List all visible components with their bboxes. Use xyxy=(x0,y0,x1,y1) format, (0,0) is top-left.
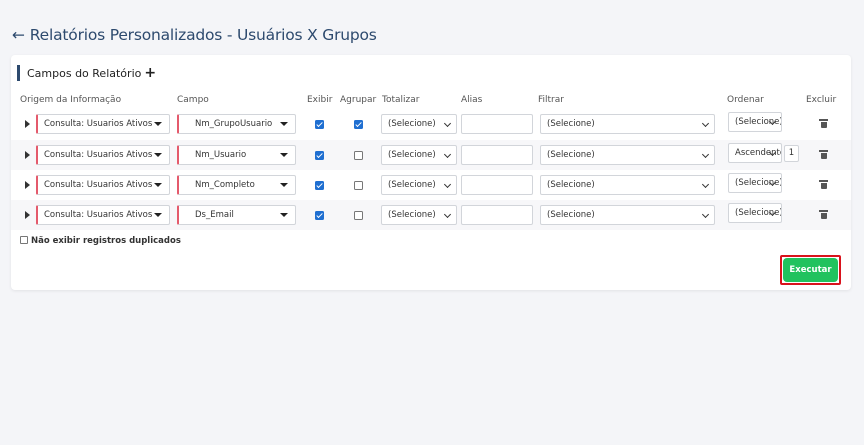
exibir-checkbox[interactable] xyxy=(315,211,324,220)
origem-select[interactable]: Consulta: Usuarios Ativos xyxy=(36,114,170,134)
caret-down-icon xyxy=(154,153,162,157)
caret-down-icon xyxy=(154,122,162,126)
col-head-ordenar: Ordenar xyxy=(727,95,764,105)
col-head-origem: Origem da Informação xyxy=(20,95,122,105)
filtrar-select[interactable]: (Selecione) xyxy=(540,205,715,225)
totalizar-value: (Selecione) xyxy=(388,119,436,129)
ordenar-select[interactable]: (Selecione) xyxy=(728,203,782,223)
caret-down-icon xyxy=(280,183,288,187)
chevron-down-icon xyxy=(701,210,710,219)
exibir-checkbox[interactable] xyxy=(315,151,324,160)
origem-value: Consulta: Usuarios Ativos xyxy=(44,119,153,129)
origem-select[interactable]: Consulta: Usuarios Ativos xyxy=(36,175,170,195)
card-header: Campos do Relatório + xyxy=(17,65,156,81)
table-row: Consulta: Usuarios Ativos Ds_Email (Sele… xyxy=(11,200,851,230)
delete-row-trash-icon[interactable] xyxy=(819,150,828,159)
filtrar-value: (Selecione) xyxy=(547,180,595,190)
alias-input[interactable] xyxy=(461,114,533,134)
totalizar-value: (Selecione) xyxy=(388,180,436,190)
ordenar-select[interactable]: (Selecione) xyxy=(728,173,782,193)
caret-down-icon xyxy=(154,183,162,187)
no-duplicates-label: Não exibir registros duplicados xyxy=(31,236,181,246)
agrupar-checkbox[interactable] xyxy=(354,120,363,129)
delete-row-trash-icon[interactable] xyxy=(819,119,828,128)
campo-select[interactable]: Ds_Email xyxy=(177,205,296,225)
chevron-down-icon xyxy=(443,119,452,128)
chevron-down-icon xyxy=(443,150,452,159)
origem-value: Consulta: Usuarios Ativos xyxy=(44,210,153,220)
totalizar-select[interactable]: (Selecione) xyxy=(381,114,457,134)
chevron-down-icon xyxy=(701,150,710,159)
alias-input[interactable] xyxy=(461,205,533,225)
caret-down-icon xyxy=(280,122,288,126)
campo-value: Nm_Usuario xyxy=(195,150,247,160)
chevron-down-icon xyxy=(701,119,710,128)
ordenar-select[interactable]: (Selecione) xyxy=(728,112,782,132)
filtrar-select[interactable]: (Selecione) xyxy=(540,175,715,195)
execute-button[interactable]: Executar xyxy=(783,258,838,282)
origem-select[interactable]: Consulta: Usuarios Ativos xyxy=(36,145,170,165)
alias-input[interactable] xyxy=(461,145,533,165)
filtrar-value: (Selecione) xyxy=(547,150,595,160)
caret-down-icon xyxy=(280,153,288,157)
campo-value: Nm_Completo xyxy=(195,180,255,190)
totalizar-select[interactable]: (Selecione) xyxy=(381,205,457,225)
ordenar-select[interactable]: Ascendente xyxy=(728,143,782,163)
totalizar-value: (Selecione) xyxy=(388,210,436,220)
campo-value: Ds_Email xyxy=(195,210,234,220)
delete-row-trash-icon[interactable] xyxy=(819,210,828,219)
add-field-icon[interactable]: + xyxy=(144,65,156,81)
exibir-checkbox[interactable] xyxy=(315,181,324,190)
agrupar-checkbox[interactable] xyxy=(354,181,363,190)
filtrar-select[interactable]: (Selecione) xyxy=(540,114,715,134)
col-head-alias: Alias xyxy=(461,95,483,105)
table-row: Consulta: Usuarios Ativos Nm_GrupoUsuari… xyxy=(11,109,851,139)
col-head-excluir: Excluir xyxy=(806,95,837,105)
table-row: Consulta: Usuarios Ativos Nm_Usuario (Se… xyxy=(11,140,851,170)
agrupar-checkbox[interactable] xyxy=(354,211,363,220)
filtrar-value: (Selecione) xyxy=(547,119,595,129)
totalizar-select[interactable]: (Selecione) xyxy=(381,175,457,195)
report-fields-card: Campos do Relatório + Origem da Informaçã… xyxy=(11,55,851,290)
campo-value: Nm_GrupoUsuario xyxy=(195,119,273,129)
order-position-input[interactable]: 1 xyxy=(784,145,799,162)
col-head-exibir: Exibir xyxy=(307,95,333,105)
totalizar-value: (Selecione) xyxy=(388,150,436,160)
col-head-agrupar: Agrupar xyxy=(340,95,377,105)
agrupar-checkbox[interactable] xyxy=(354,151,363,160)
delete-row-trash-icon[interactable] xyxy=(819,180,828,189)
page-title: ← Relatórios Personalizados - Usuários X … xyxy=(12,26,377,44)
campo-select[interactable]: Nm_Usuario xyxy=(177,145,296,165)
alias-input[interactable] xyxy=(461,175,533,195)
expand-row-icon[interactable] xyxy=(25,120,30,128)
back-arrow-icon[interactable]: ← xyxy=(12,26,25,44)
col-head-filtrar: Filtrar xyxy=(538,95,564,105)
caret-down-icon xyxy=(280,213,288,217)
col-head-campo: Campo xyxy=(177,95,209,105)
totalizar-select[interactable]: (Selecione) xyxy=(381,145,457,165)
caret-down-icon xyxy=(154,213,162,217)
col-head-totalizar: Totalizar xyxy=(382,95,420,105)
filtrar-select[interactable]: (Selecione) xyxy=(540,145,715,165)
chevron-down-icon xyxy=(443,180,452,189)
no-duplicates-option[interactable]: Não exibir registros duplicados xyxy=(20,236,181,246)
exibir-checkbox[interactable] xyxy=(315,120,324,129)
expand-row-icon[interactable] xyxy=(25,181,30,189)
page-title-text: Relatórios Personalizados - Usuários X G… xyxy=(29,26,377,44)
origem-value: Consulta: Usuarios Ativos xyxy=(44,180,153,190)
no-duplicates-checkbox[interactable] xyxy=(20,236,28,244)
table-row: Consulta: Usuarios Ativos Nm_Completo (S… xyxy=(11,170,851,200)
campo-select[interactable]: Nm_Completo xyxy=(177,175,296,195)
chevron-down-icon xyxy=(443,210,452,219)
expand-row-icon[interactable] xyxy=(25,211,30,219)
expand-row-icon[interactable] xyxy=(25,151,30,159)
chevron-down-icon xyxy=(701,180,710,189)
filtrar-value: (Selecione) xyxy=(547,210,595,220)
origem-select[interactable]: Consulta: Usuarios Ativos xyxy=(36,205,170,225)
campo-select[interactable]: Nm_GrupoUsuario xyxy=(177,114,296,134)
origem-value: Consulta: Usuarios Ativos xyxy=(44,150,153,160)
card-header-text: Campos do Relatório xyxy=(27,67,142,80)
